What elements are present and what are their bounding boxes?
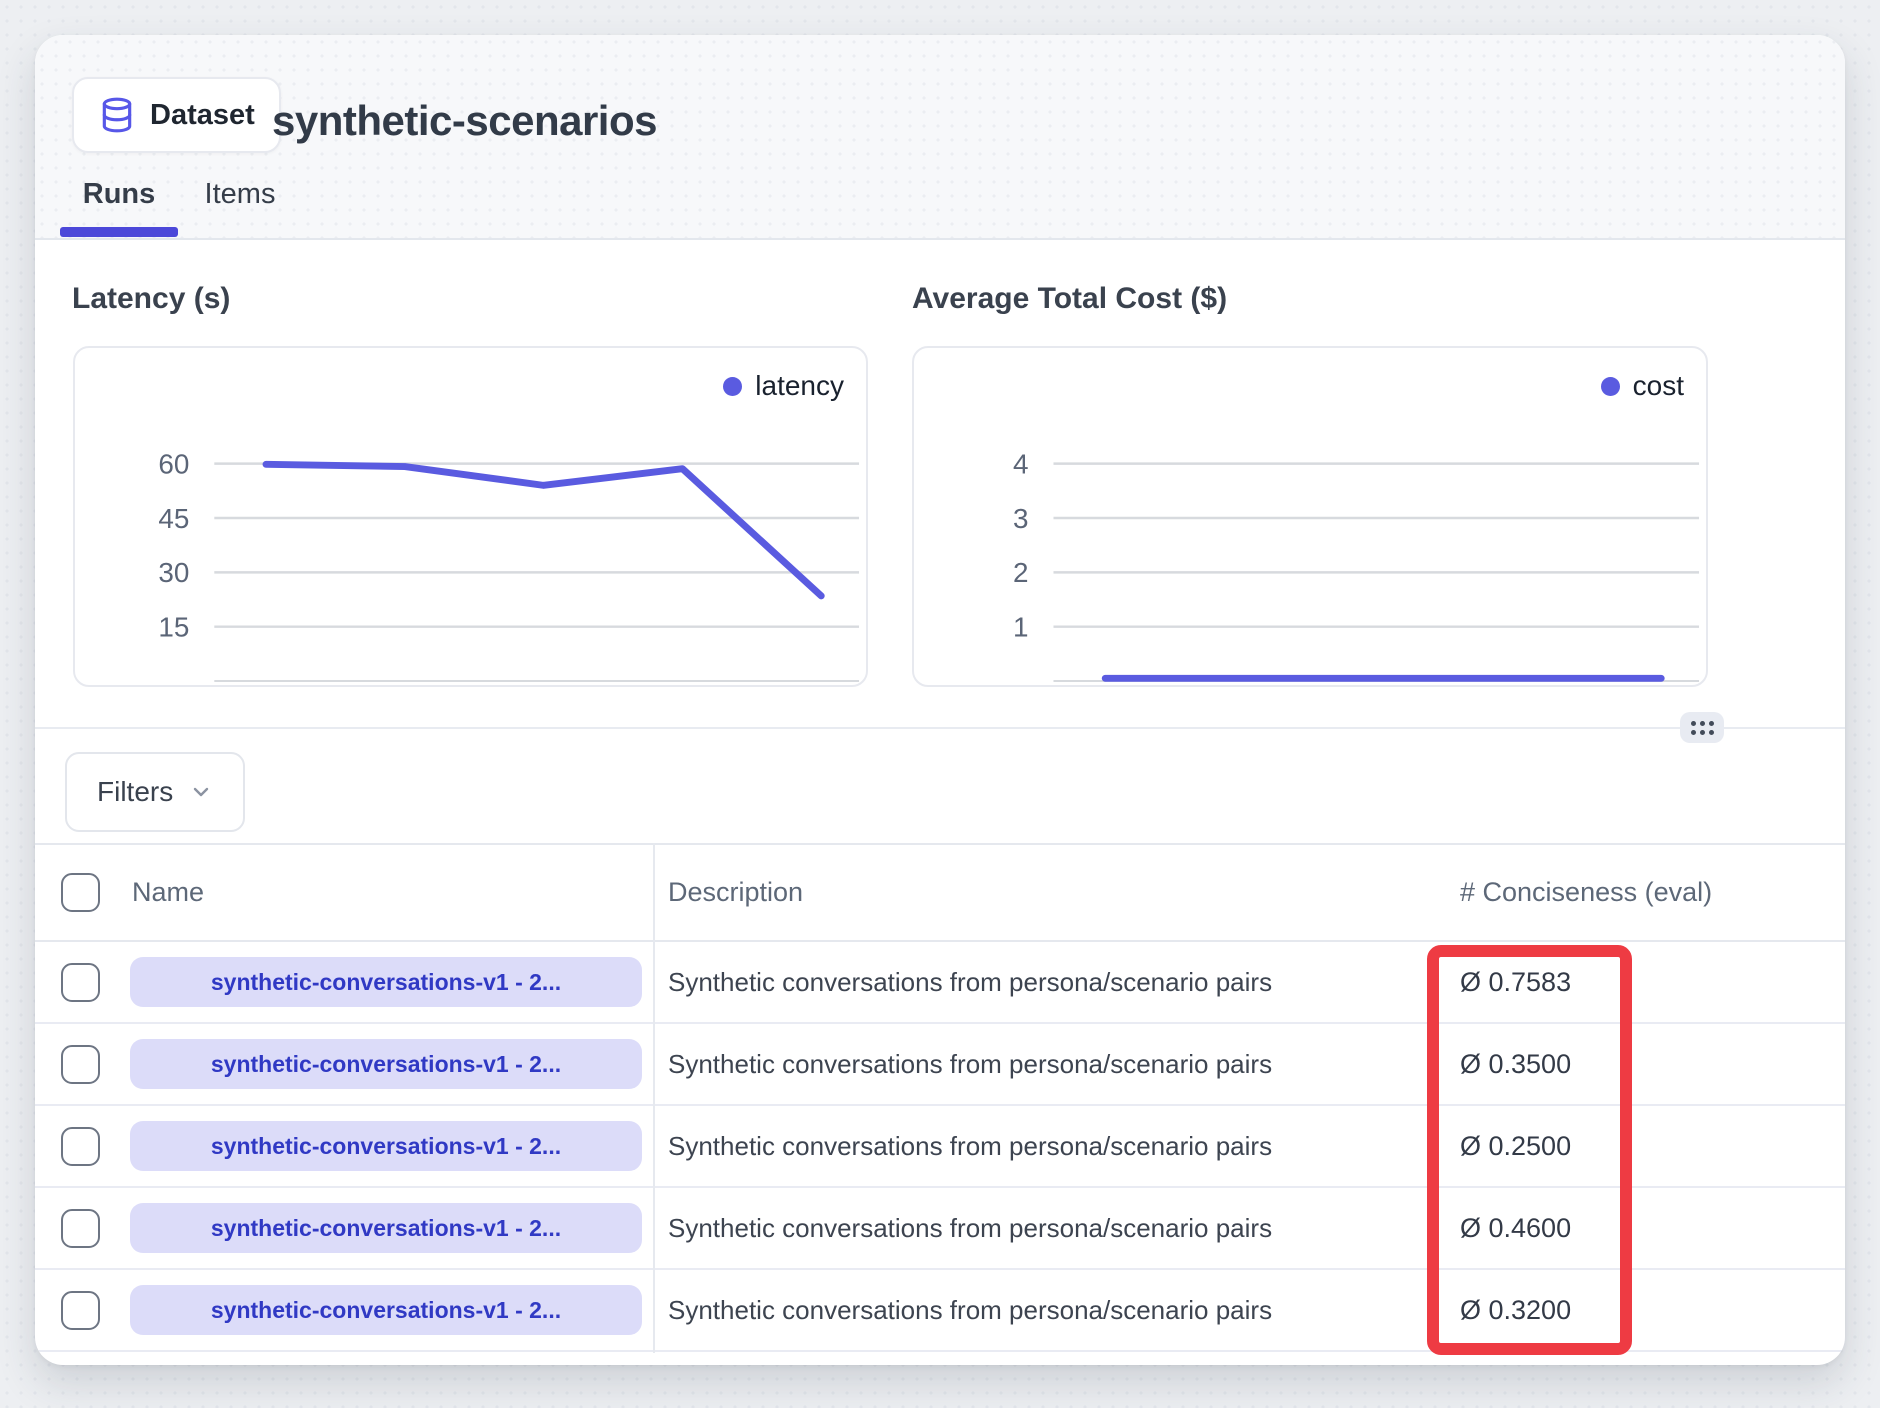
- run-description: Synthetic conversations from persona/sce…: [653, 1131, 1460, 1162]
- latency-chart-title: Latency (s): [72, 282, 230, 316]
- cost-chart-canvas: 1 2 3 4: [914, 348, 1706, 685]
- svg-text:60: 60: [158, 449, 189, 480]
- row-checkbox[interactable]: [61, 1209, 100, 1248]
- table-row: synthetic-conversations-v1 - 2... Synthe…: [35, 1106, 1845, 1188]
- svg-text:45: 45: [158, 503, 189, 534]
- run-description: Synthetic conversations from persona/sce…: [653, 1295, 1460, 1326]
- row-checkbox[interactable]: [61, 1127, 100, 1166]
- chevron-down-icon: [189, 780, 213, 804]
- run-description: Synthetic conversations from persona/sce…: [653, 967, 1460, 998]
- cost-legend-label: cost: [1633, 370, 1684, 402]
- svg-text:3: 3: [1013, 503, 1029, 534]
- run-conciseness-value: Ø 0.3500: [1460, 1049, 1845, 1080]
- run-name-badge[interactable]: synthetic-conversations-v1 - 2...: [130, 957, 642, 1007]
- run-description: Synthetic conversations from persona/sce…: [653, 1049, 1460, 1080]
- column-header-conciseness: # Conciseness (eval): [1460, 877, 1845, 908]
- table-body: synthetic-conversations-v1 - 2... Synthe…: [35, 942, 1845, 1352]
- cost-chart-title: Average Total Cost ($): [912, 282, 1227, 316]
- column-header-description: Description: [653, 877, 1460, 908]
- row-checkbox[interactable]: [61, 963, 100, 1002]
- latency-legend-dot-icon: [723, 377, 742, 396]
- run-name-badge[interactable]: synthetic-conversations-v1 - 2...: [130, 1285, 642, 1335]
- database-icon: [98, 96, 136, 134]
- table-row: synthetic-conversations-v1 - 2... Synthe…: [35, 942, 1845, 1024]
- page-title: synthetic-scenarios: [272, 95, 657, 147]
- latency-chart-card: latency 15 30 45 60: [73, 346, 868, 687]
- latency-legend-label: latency: [755, 370, 844, 402]
- run-conciseness-value: Ø 0.4600: [1460, 1213, 1845, 1244]
- run-description: Synthetic conversations from persona/sce…: [653, 1213, 1460, 1244]
- run-conciseness-value: Ø 0.2500: [1460, 1131, 1845, 1162]
- dataset-badge: Dataset: [72, 77, 281, 153]
- cost-legend-dot-icon: [1601, 377, 1620, 396]
- run-name-badge[interactable]: synthetic-conversations-v1 - 2...: [130, 1203, 642, 1253]
- svg-text:1: 1: [1013, 612, 1029, 643]
- row-checkbox[interactable]: [61, 1045, 100, 1084]
- active-tab-underline: [60, 227, 178, 237]
- run-name-badge[interactable]: synthetic-conversations-v1 - 2...: [130, 1121, 642, 1171]
- cost-chart-card: cost 1 2 3 4: [912, 346, 1708, 687]
- run-name-badge[interactable]: synthetic-conversations-v1 - 2...: [130, 1039, 642, 1089]
- tab-runs[interactable]: Runs: [60, 179, 178, 209]
- row-checkbox[interactable]: [61, 1291, 100, 1330]
- run-conciseness-value: Ø 0.3200: [1460, 1295, 1845, 1326]
- table-row: synthetic-conversations-v1 - 2... Synthe…: [35, 1270, 1845, 1352]
- table-row: synthetic-conversations-v1 - 2... Synthe…: [35, 1188, 1845, 1270]
- filters-button[interactable]: Filters: [65, 752, 245, 832]
- filters-button-label: Filters: [97, 776, 173, 808]
- table-row: synthetic-conversations-v1 - 2... Synthe…: [35, 1024, 1845, 1106]
- svg-text:30: 30: [158, 557, 189, 588]
- cost-chart-legend: cost: [1601, 370, 1684, 402]
- charts-section-divider: [35, 727, 1845, 729]
- dataset-badge-label: Dataset: [150, 99, 255, 132]
- section-resize-handle[interactable]: [1680, 712, 1724, 743]
- table-header-row: Name Description # Conciseness (eval): [35, 843, 1845, 942]
- svg-text:2: 2: [1013, 557, 1029, 588]
- table-column-divider: [653, 843, 655, 1353]
- svg-text:15: 15: [158, 612, 189, 643]
- grip-dots-icon: [1691, 721, 1714, 735]
- dataset-page-card: Dataset synthetic-scenarios Runs Items L…: [35, 35, 1845, 1365]
- latency-chart-legend: latency: [723, 370, 844, 402]
- select-all-checkbox[interactable]: [61, 873, 100, 912]
- column-header-name: Name: [130, 877, 653, 908]
- tab-items[interactable]: Items: [178, 179, 302, 209]
- page-header: Dataset synthetic-scenarios Runs Items: [35, 35, 1845, 240]
- run-conciseness-value: Ø 0.7583: [1460, 967, 1845, 998]
- svg-text:4: 4: [1013, 449, 1029, 480]
- runs-table: Name Description # Conciseness (eval) sy…: [35, 843, 1845, 1352]
